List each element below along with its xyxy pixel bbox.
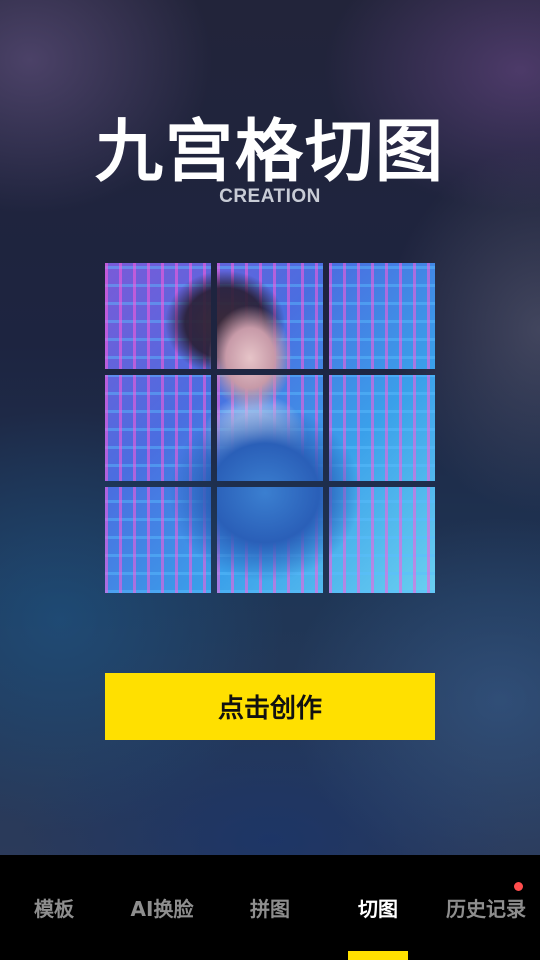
nine-grid-preview	[105, 263, 435, 593]
tab-label: 切图	[358, 897, 398, 921]
page-subtitle: CREATION	[219, 186, 321, 207]
tab-label: 模板	[34, 897, 74, 921]
tab-label: 历史记录	[446, 897, 526, 921]
tab-ai-face-swap[interactable]: AI换脸	[108, 855, 216, 960]
grid-cell	[217, 375, 323, 481]
tab-label: 拼图	[250, 897, 290, 921]
tab-history[interactable]: 历史记录	[432, 855, 540, 960]
grid-cell	[329, 375, 435, 481]
grid-cell	[329, 487, 435, 593]
grid-cell	[105, 263, 211, 369]
grid-cell	[105, 375, 211, 481]
grid-cell	[217, 263, 323, 369]
tab-label: AI换脸	[130, 897, 194, 921]
tab-collage[interactable]: 拼图	[216, 855, 324, 960]
notification-badge	[514, 882, 523, 891]
page-title: 九宫格切图	[94, 113, 445, 192]
tab-templates[interactable]: 模板	[0, 855, 108, 960]
grid-cell	[217, 487, 323, 593]
start-creation-button[interactable]: 点击创作	[105, 673, 435, 740]
tab-cut-image[interactable]: 切图	[324, 855, 432, 960]
grid-cell	[105, 487, 211, 593]
grid-cell	[329, 263, 435, 369]
bottom-tab-bar: 模板 AI换脸 拼图 切图 历史记录	[0, 855, 540, 960]
active-tab-indicator	[348, 951, 408, 960]
